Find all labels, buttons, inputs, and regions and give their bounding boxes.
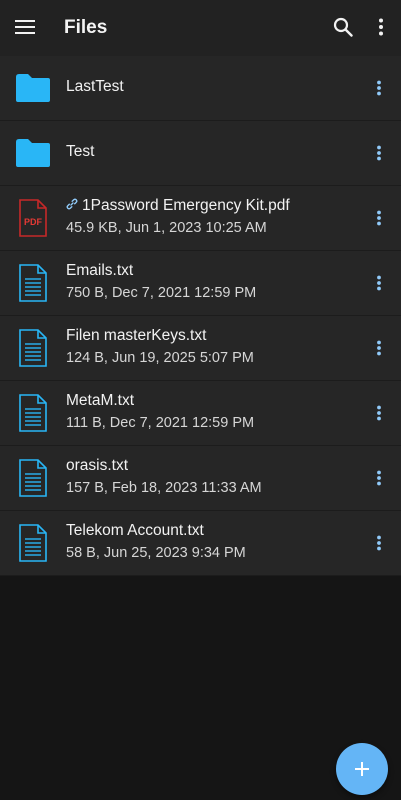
search-icon[interactable] — [332, 16, 354, 38]
item-more-icon[interactable] — [369, 75, 389, 101]
link-icon — [66, 196, 78, 216]
item-name-wrapper: 1Password Emergency Kit.pdf — [66, 196, 290, 216]
text-file-icon — [14, 329, 52, 367]
list-item[interactable]: Telekom Account.txt 58 B, Jun 25, 2023 9… — [0, 511, 401, 576]
text-file-icon — [14, 524, 52, 562]
folder-icon — [14, 134, 52, 172]
folder-icon — [14, 69, 52, 107]
item-name: Filen masterKeys.txt — [66, 327, 207, 344]
item-more-icon[interactable] — [369, 530, 389, 556]
list-item[interactable]: Filen masterKeys.txt 124 B, Jun 19, 2025… — [0, 316, 401, 381]
app-bar: Files — [0, 0, 401, 56]
item-name: LastTest — [66, 78, 124, 95]
list-item[interactable]: LastTest — [0, 56, 401, 121]
text-file-icon — [14, 394, 52, 432]
list-item[interactable]: orasis.txt 157 B, Feb 18, 2023 11:33 AM — [0, 446, 401, 511]
pdf-file-icon: PDF — [14, 199, 52, 237]
item-more-icon[interactable] — [369, 400, 389, 426]
plus-icon — [355, 762, 369, 776]
hamburger-menu-icon[interactable] — [14, 16, 36, 38]
item-name: Test — [66, 143, 95, 160]
item-meta: 111 B, Dec 7, 2021 12:59 PM — [66, 415, 255, 431]
item-more-icon[interactable] — [369, 335, 389, 361]
add-button[interactable] — [336, 743, 388, 795]
item-name: 1Password Emergency Kit.pdf — [82, 197, 290, 215]
page-title: Files — [64, 17, 108, 38]
item-meta: 124 B, Jun 19, 2025 5:07 PM — [66, 350, 254, 366]
file-list: LastTest Test PDF 1Password Emergency Ki… — [0, 56, 401, 576]
item-meta: 45.9 KB, Jun 1, 2023 10:25 AM — [66, 220, 267, 236]
item-name: Telekom Account.txt — [66, 522, 204, 539]
more-vert-icon[interactable] — [370, 16, 392, 38]
item-name: Emails.txt — [66, 262, 134, 279]
text-file-icon — [14, 459, 52, 497]
pdf-label: PDF — [24, 217, 43, 227]
item-more-icon[interactable] — [369, 465, 389, 491]
list-item[interactable]: MetaM.txt 111 B, Dec 7, 2021 12:59 PM — [0, 381, 401, 446]
item-meta: 58 B, Jun 25, 2023 9:34 PM — [66, 545, 246, 561]
item-more-icon[interactable] — [369, 205, 389, 231]
list-item[interactable]: Emails.txt 750 B, Dec 7, 2021 12:59 PM — [0, 251, 401, 316]
text-file-icon — [14, 264, 52, 302]
files-screen: Files LastTest Test PDF 1Password Emerge… — [0, 0, 401, 800]
item-name: MetaM.txt — [66, 392, 135, 409]
item-meta: 750 B, Dec 7, 2021 12:59 PM — [66, 285, 257, 301]
item-more-icon[interactable] — [369, 270, 389, 296]
item-meta: 157 B, Feb 18, 2023 11:33 AM — [66, 480, 262, 496]
item-more-icon[interactable] — [369, 140, 389, 166]
item-name: orasis.txt — [66, 457, 129, 474]
list-item[interactable]: PDF 1Password Emergency Kit.pdf 45.9 KB,… — [0, 186, 401, 251]
list-item[interactable]: Test — [0, 121, 401, 186]
